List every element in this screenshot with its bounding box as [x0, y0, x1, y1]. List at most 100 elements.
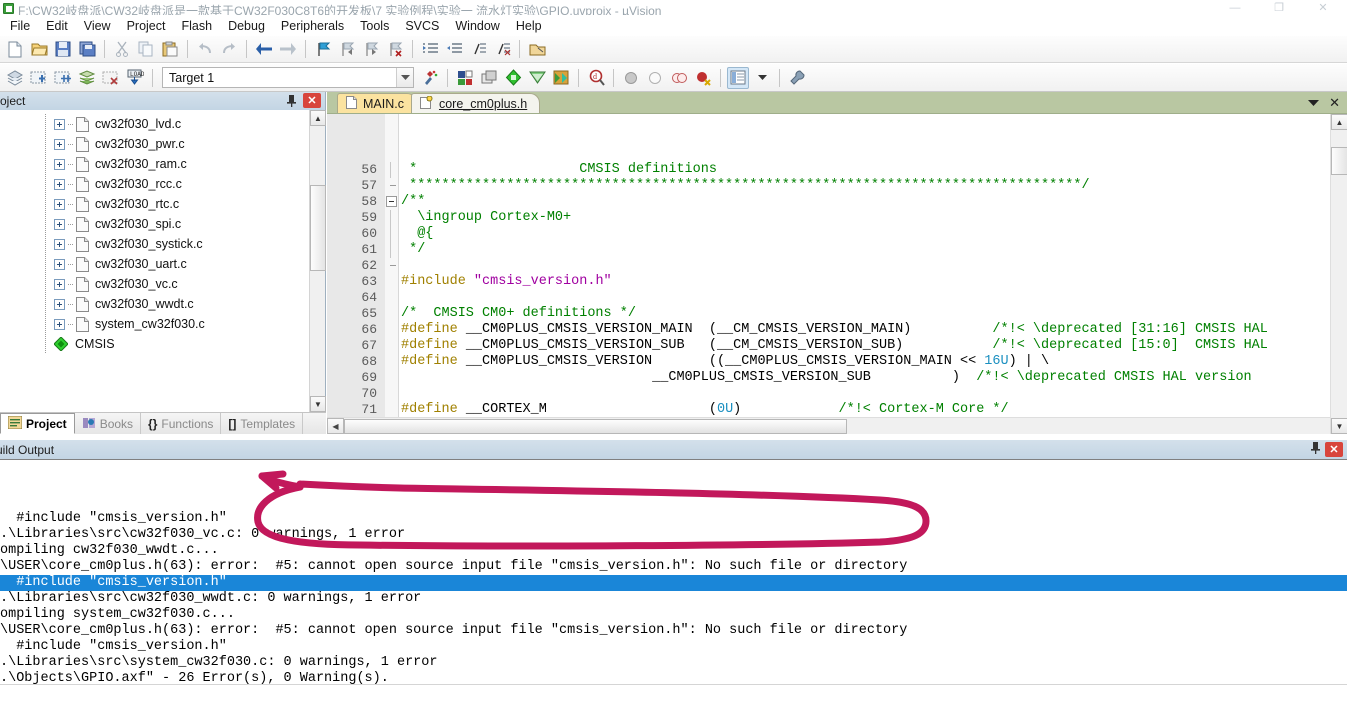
- menu-help[interactable]: Help: [508, 16, 550, 36]
- code-viewport[interactable]: 56 * CMSIS definitions 57 ***************…: [327, 114, 1330, 417]
- menu-edit[interactable]: Edit: [38, 16, 76, 36]
- menu-view[interactable]: View: [76, 16, 119, 36]
- hscrollbar-thumb[interactable]: [344, 418, 847, 434]
- build-output-line-selected[interactable]: #include "cmsis_version.h": [0, 575, 1347, 591]
- tree-item-cw32f030-systick-c[interactable]: cw32f030_systick.c: [0, 234, 325, 254]
- bookmark-toggle-icon[interactable]: [312, 38, 334, 60]
- tree-item-cw32f030-wwdt-c[interactable]: cw32f030_wwdt.c: [0, 294, 325, 314]
- scroll-down-icon[interactable]: ▼: [310, 396, 326, 412]
- tree-item-cw32f030-rcc-c[interactable]: cw32f030_rcc.c: [0, 174, 325, 194]
- menu-window[interactable]: Window: [447, 16, 507, 36]
- close-icon[interactable]: ✕: [303, 93, 321, 108]
- code-line[interactable]: 58 /**: [327, 194, 1330, 210]
- navigate-forward-icon[interactable]: [277, 38, 299, 60]
- code-line[interactable]: 69 __CM0PLUS_CMSIS_VERSION_SUB ) /*!< \d…: [327, 370, 1330, 386]
- menu-svcs[interactable]: SVCS: [397, 16, 447, 36]
- close-icon[interactable]: ✕: [1329, 96, 1340, 109]
- inline-icon[interactable]: [550, 67, 572, 89]
- insert-bp-icon[interactable]: [620, 67, 642, 89]
- kill-all-bp-icon[interactable]: [692, 67, 714, 89]
- copy-icon[interactable]: [135, 38, 157, 60]
- pack-installer-icon[interactable]: [478, 67, 500, 89]
- menu-project[interactable]: Project: [119, 16, 174, 36]
- scroll-down-icon[interactable]: ▼: [1331, 418, 1347, 434]
- vscrollbar-thumb[interactable]: [1331, 147, 1347, 175]
- editor-vscrollbar[interactable]: ▲ ▼: [1330, 114, 1347, 434]
- window-layout-icon[interactable]: [727, 66, 749, 89]
- code-line[interactable]: 56 * CMSIS definitions: [327, 162, 1330, 178]
- build-output-line[interactable]: \USER\core_cm0plus.h(63): error: #5: can…: [0, 559, 1347, 575]
- expand-plus-icon[interactable]: [54, 238, 65, 250]
- tree-item-cw32f030-spi-c[interactable]: cw32f030_spi.c: [0, 214, 325, 234]
- bookmark-clear-icon[interactable]: [384, 38, 406, 60]
- build-output-line[interactable]: .\Objects\GPIO.axf" - 26 Error(s), 0 War…: [0, 671, 1347, 684]
- build-output-line[interactable]: .\Libraries\src\cw32f030_wwdt.c: 0 warni…: [0, 591, 1347, 607]
- expand-plus-icon[interactable]: [54, 318, 65, 330]
- tab-books[interactable]: Books: [75, 413, 142, 434]
- save-icon[interactable]: [52, 38, 74, 60]
- uncomment-icon[interactable]: [491, 38, 513, 60]
- menu-peripherals[interactable]: Peripherals: [273, 16, 352, 36]
- minimize-button[interactable]: —: [1213, 1, 1257, 15]
- project-tree[interactable]: cw32f030_lvd.c cw32f030_pwr.c cw32f030_ram…: [0, 110, 325, 412]
- tree-item-cw32f030-pwr-c[interactable]: cw32f030_pwr.c: [0, 134, 325, 154]
- outdent-icon[interactable]: [443, 38, 465, 60]
- tree-item-system-cw32f030-c[interactable]: system_cw32f030.c: [0, 314, 325, 334]
- build-icon[interactable]: [28, 67, 50, 89]
- save-all-icon[interactable]: [76, 38, 98, 60]
- close-icon[interactable]: ✕: [1325, 442, 1343, 457]
- code-line[interactable]: 64: [327, 290, 1330, 306]
- code-line[interactable]: 62: [327, 258, 1330, 274]
- pin-icon[interactable]: [284, 93, 299, 108]
- expand-plus-icon[interactable]: [54, 278, 65, 290]
- expand-plus-icon[interactable]: [54, 178, 65, 190]
- tree-item-cw32f030-vc-c[interactable]: cw32f030_vc.c: [0, 274, 325, 294]
- bookmark-prev-icon[interactable]: [336, 38, 358, 60]
- batch-build-icon[interactable]: [76, 67, 98, 89]
- build-output-line[interactable]: ompiling system_cw32f030.c...: [0, 607, 1347, 623]
- editor-hscrollbar[interactable]: ◀: [327, 417, 1330, 434]
- build-output-line[interactable]: ompiling cw32f030_wwdt.c...: [0, 543, 1347, 559]
- redo-icon[interactable]: [218, 38, 240, 60]
- code-line[interactable]: 67 #define __CM0PLUS_CMSIS_VERSION_SUB (_…: [327, 338, 1330, 354]
- new-file-icon[interactable]: [4, 38, 26, 60]
- tree-item-cmsis[interactable]: CMSIS: [0, 334, 325, 354]
- build-output-line[interactable]: .\Libraries\src\cw32f030_vc.c: 0 warning…: [0, 527, 1347, 543]
- target-selector[interactable]: Target 1: [162, 67, 414, 88]
- scroll-up-icon[interactable]: ▲: [310, 110, 326, 126]
- expand-plus-icon[interactable]: [54, 258, 65, 270]
- code-line[interactable]: 71 #define __CORTEX_M (0U) /*!< Cortex-M …: [327, 402, 1330, 417]
- menu-tools[interactable]: Tools: [352, 16, 397, 36]
- start-debug-icon[interactable]: [502, 67, 524, 89]
- project-tree-scrollbar[interactable]: ▲ ▼: [309, 110, 326, 412]
- build-output-line[interactable]: #include "cmsis_version.h": [0, 511, 1347, 527]
- find-in-files-icon[interactable]: d: [585, 67, 607, 89]
- editor-tab-main-c[interactable]: MAIN.c: [337, 93, 417, 113]
- code-line[interactable]: 60 @{: [327, 226, 1330, 242]
- tab-project[interactable]: Project: [0, 413, 75, 434]
- tree-item-cw32f030-uart-c[interactable]: cw32f030_uart.c: [0, 254, 325, 274]
- maximize-button[interactable]: ❐: [1257, 1, 1301, 15]
- configuration-wizard-icon[interactable]: [786, 67, 808, 89]
- indent-icon[interactable]: [419, 38, 441, 60]
- menu-debug[interactable]: Debug: [220, 16, 273, 36]
- tree-item-cw32f030-ram-c[interactable]: cw32f030_ram.c: [0, 154, 325, 174]
- rebuild-icon[interactable]: [52, 67, 74, 89]
- comment-icon[interactable]: [467, 38, 489, 60]
- target-options-icon[interactable]: [419, 67, 441, 89]
- cut-icon[interactable]: [111, 38, 133, 60]
- tree-item-cw32f030-lvd-c[interactable]: cw32f030_lvd.c: [0, 114, 325, 134]
- code-line[interactable]: 63 #include "cmsis_version.h": [327, 274, 1330, 290]
- expand-plus-icon[interactable]: [54, 218, 65, 230]
- close-button[interactable]: ✕: [1301, 1, 1345, 15]
- undo-icon[interactable]: [194, 38, 216, 60]
- code-line[interactable]: 61 */: [327, 242, 1330, 258]
- scrollbar-thumb[interactable]: [310, 185, 326, 271]
- build-output-text[interactable]: #include "cmsis_version.h" .\Libraries\sr…: [0, 459, 1347, 684]
- translate-icon[interactable]: [4, 67, 26, 89]
- download-icon[interactable]: LOAD: [124, 67, 146, 89]
- expand-plus-icon[interactable]: [54, 158, 65, 170]
- menu-file[interactable]: File: [2, 16, 38, 36]
- tree-item-cw32f030-rtc-c[interactable]: cw32f030_rtc.c: [0, 194, 325, 214]
- scroll-up-icon[interactable]: ▲: [1331, 114, 1347, 130]
